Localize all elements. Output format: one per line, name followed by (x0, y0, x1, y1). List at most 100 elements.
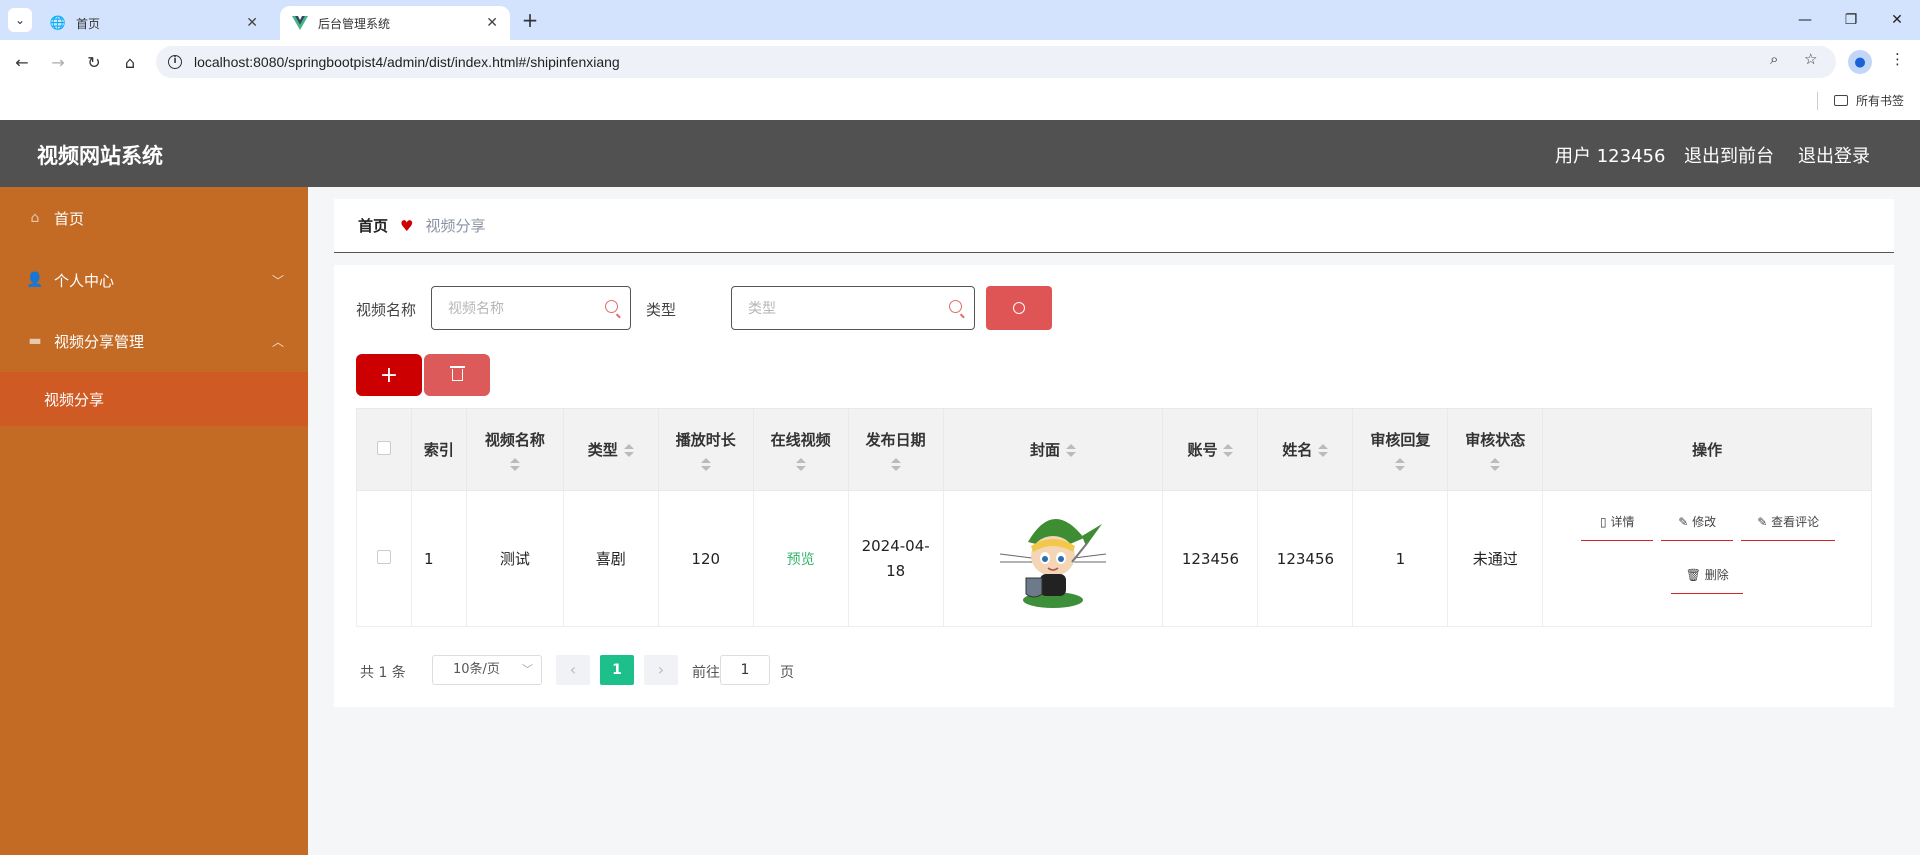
table-row: 1 测试 喜剧 120 预览 2024-04-18 123456 123456 … (356, 490, 1872, 627)
th-publish-date[interactable]: 发布日期 (847, 408, 944, 491)
sidebar-subitem-label: 视频分享 (44, 390, 105, 409)
row-checkbox[interactable] (376, 549, 391, 564)
new-tab-button[interactable]: + (518, 8, 542, 32)
sort-icon[interactable] (509, 457, 520, 471)
chevron-down-icon: ﹀ (271, 273, 284, 288)
address-bar[interactable]: i localhost:8080/springbootpist4/admin/d… (156, 46, 1836, 78)
chevron-down-icon: ﹀ (522, 663, 533, 676)
search-button[interactable] (986, 286, 1052, 330)
sort-icon[interactable] (1395, 457, 1406, 471)
home-icon[interactable]: ⌂ (118, 50, 142, 74)
sidebar-item-personal-center[interactable]: 👤 个人中心 ﹀ (0, 255, 308, 305)
th-realname[interactable]: 姓名 (1257, 408, 1354, 491)
sidebar-item-home[interactable]: ⌂ 首页 (0, 193, 308, 243)
cell-realname: 123456 (1257, 490, 1354, 627)
profile-avatar-icon[interactable]: ● (1848, 50, 1872, 74)
delete-button[interactable]: 🗑 删除 (1671, 568, 1744, 594)
add-button[interactable]: + (356, 354, 422, 396)
th-online-video[interactable]: 在线视频 (752, 408, 849, 491)
th-account[interactable]: 账号 (1162, 408, 1259, 491)
forward-icon[interactable]: → (46, 50, 70, 74)
sort-icon[interactable] (1223, 444, 1234, 457)
next-page-button[interactable]: › (644, 655, 678, 685)
type-input[interactable]: 类型 (731, 286, 975, 330)
bookmarks-bar: 所有书签 (0, 84, 1920, 120)
page-size-value: 10条/页 (453, 662, 500, 677)
site-info-icon[interactable]: i (168, 55, 182, 69)
breadcrumb: 首页 ♥ 视频分享 (334, 199, 1894, 253)
tab-search-dropdown[interactable]: ⌄ (8, 8, 32, 32)
cell-cover (942, 490, 1164, 627)
view-comments-button[interactable]: ✎ 查看评论 (1741, 515, 1836, 541)
th-realname-label: 姓名 (1282, 441, 1313, 459)
th-review-reply[interactable]: 审核回复 (1352, 408, 1449, 491)
table-header-row: 索引 视频名称 类型 播放时长 在线视频 发布日期 封面 账号 姓名 审核回复 … (356, 408, 1872, 491)
video-name-label: 视频名称 (356, 301, 417, 319)
breadcrumb-current: 视频分享 (425, 217, 486, 235)
sidebar-item-label: 个人中心 (54, 271, 115, 290)
breadcrumb-home[interactable]: 首页 (358, 215, 388, 236)
page-size-select[interactable]: 10条/页 ﹀ (432, 655, 542, 685)
url-text: localhost:8080/springbootpist4/admin/dis… (194, 54, 620, 70)
sidebar-subitem-video-share[interactable]: 视频分享 (0, 372, 308, 426)
select-all-checkbox[interactable] (376, 440, 391, 455)
cell-index: 1 (410, 490, 467, 627)
th-duration[interactable]: 播放时长 (657, 408, 754, 491)
sort-icon[interactable] (795, 457, 806, 471)
cell-type: 喜剧 (562, 490, 659, 627)
sort-icon[interactable] (700, 457, 711, 471)
zoom-icon[interactable]: ⌕ (1770, 50, 1778, 68)
bookmark-star-icon[interactable]: ☆ (1804, 50, 1817, 68)
batch-delete-button[interactable] (424, 354, 490, 396)
select-all-cell (356, 408, 412, 491)
video-name-input[interactable]: 视频名称 (431, 286, 631, 330)
th-review-status[interactable]: 审核状态 (1447, 408, 1544, 491)
menu-kebab-icon[interactable]: ⋮ (1890, 50, 1905, 68)
bookmarks-divider (1817, 92, 1818, 110)
cover-image[interactable] (998, 502, 1108, 612)
back-icon[interactable]: ← (10, 50, 34, 74)
close-tab-icon[interactable]: ✕ (486, 15, 498, 31)
search-icon (949, 300, 962, 313)
content-card: 视频名称 视频名称 类型 类型 + 索引 视频名称 类型 播放时长 在线视频 发… (334, 265, 1894, 707)
sidebar: ⌂ 首页 👤 个人中心 ﹀ ▬ 视频分享管理 ︿ 视频分享 (0, 187, 308, 855)
sort-icon[interactable] (1490, 457, 1501, 471)
cell-actions: ▯ 详情 ✎ 修改 ✎ 查看评论 🗑 删除 (1542, 490, 1872, 627)
reload-icon[interactable]: ↻ (82, 50, 106, 74)
exit-to-front-link[interactable]: 退出到前台 (1684, 142, 1774, 168)
minimize-icon[interactable]: — (1782, 0, 1828, 40)
th-account-label: 账号 (1187, 441, 1218, 459)
prev-page-button[interactable]: ‹ (556, 655, 590, 685)
browser-tab-admin[interactable]: 后台管理系统 ✕ (280, 6, 510, 40)
th-type[interactable]: 类型 (562, 408, 659, 491)
close-window-icon[interactable]: ✕ (1874, 0, 1920, 40)
tab-title: 首页 (76, 16, 101, 31)
goto-page-input[interactable]: 1 (720, 655, 770, 685)
pencil-icon: ✎ (1757, 514, 1772, 529)
sort-icon[interactable] (1318, 444, 1329, 457)
th-status-label: 审核状态 (1465, 430, 1526, 449)
th-cover[interactable]: 封面 (942, 408, 1164, 491)
restore-icon[interactable]: ❐ (1828, 0, 1874, 40)
pagination-total: 共 1 条 (360, 665, 406, 681)
browser-tab-home[interactable]: 🌐 首页 ✕ (38, 6, 270, 40)
sidebar-item-video-share-mgmt[interactable]: ▬ 视频分享管理 ︿ (0, 316, 308, 366)
heart-icon: ♥ (400, 216, 414, 235)
preview-link[interactable]: 预览 (787, 552, 815, 568)
page-number-current[interactable]: 1 (600, 655, 634, 685)
edit-button[interactable]: ✎ 修改 (1661, 515, 1734, 541)
cell-publish-date: 2024-04-18 (847, 490, 944, 627)
th-video-name[interactable]: 视频名称 (465, 408, 564, 491)
trash-icon (449, 366, 465, 381)
globe-icon: 🌐 (49, 15, 67, 31)
sort-icon[interactable] (623, 444, 634, 457)
main-content: 首页 ♥ 视频分享 视频名称 视频名称 类型 类型 + 索引 视频名称 类型 播… (308, 187, 1920, 855)
sort-icon[interactable] (1066, 444, 1077, 457)
detail-button[interactable]: ▯ 详情 (1581, 515, 1654, 541)
close-tab-icon[interactable]: ✕ (246, 15, 258, 31)
sort-icon[interactable] (890, 457, 901, 471)
th-duration-label: 播放时长 (675, 430, 736, 449)
all-bookmarks[interactable]: 所有书签 (1834, 92, 1904, 109)
logout-link[interactable]: 退出登录 (1798, 142, 1870, 168)
cell-review-status: 未通过 (1447, 490, 1544, 627)
